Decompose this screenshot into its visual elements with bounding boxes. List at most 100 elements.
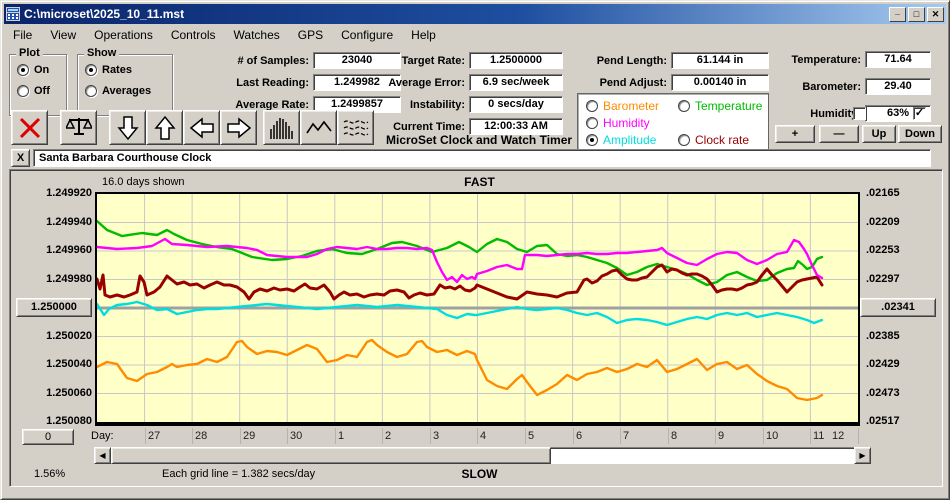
option-checkbox-2[interactable]: ✓ (913, 107, 926, 120)
day-tick-label: 28 (195, 430, 208, 442)
radio-icon (586, 117, 598, 129)
stat-value-field[interactable]: 1.2500000 (469, 52, 563, 69)
stat-value-field[interactable]: 0.00140 in (671, 74, 769, 91)
plot-area[interactable] (95, 192, 860, 426)
left-axis-center-button[interactable]: 1.250000 (16, 298, 92, 317)
day-tick-mark (715, 428, 716, 444)
left-axis-tick: 1.249940 (46, 215, 92, 228)
rate-line-icon (305, 120, 332, 133)
day-tick-mark (192, 428, 193, 444)
title-bar[interactable]: C:\microset\2025_10_11.mst _ □ ✕ (4, 4, 946, 24)
pan-left-button[interactable] (183, 110, 220, 145)
minimize-button[interactable]: _ (889, 6, 906, 22)
series-radio-humidity[interactable]: Humidity (586, 116, 650, 130)
window-title: C:\microset\2025_10_11.mst (24, 7, 185, 21)
pendulum-column: Pend Length: 61.144 in Pend Adjust: 0.00140… (557, 52, 771, 96)
radio-label: Amplitude (603, 133, 657, 147)
day-tick-label: 11 (813, 430, 825, 442)
left-axis-tick: 1.250080 (46, 415, 92, 427)
zoom-percent-label: 1.56% (34, 468, 66, 480)
menu-item-view[interactable]: View (41, 26, 85, 44)
day-tick-label: 29 (243, 430, 256, 442)
plus-button[interactable]: + (775, 125, 815, 143)
menu-item-operations[interactable]: Operations (85, 26, 162, 44)
radio-icon (678, 100, 690, 112)
series-radio-barometer[interactable]: Barometer (586, 99, 659, 113)
right-axis-tick: .02429 (866, 358, 900, 370)
balance-scale-icon (65, 117, 92, 135)
scroll-left-button[interactable]: ◀ (94, 447, 111, 464)
balance-button[interactable] (60, 110, 97, 145)
menu-item-controls[interactable]: Controls (162, 26, 225, 44)
average-waves-icon (343, 119, 368, 136)
right-axis-center-button[interactable]: .02341 (860, 298, 936, 317)
plot-groupbox: Plot On Off (9, 47, 67, 116)
radio-label: Temperature (695, 99, 763, 113)
clear-name-button[interactable]: X (11, 149, 30, 167)
zero-button[interactable]: 0 (22, 429, 74, 445)
histogram-view-button[interactable] (263, 110, 300, 145)
left-axis-tick: 1.250020 (46, 329, 92, 342)
day-tick-label: 9 (718, 430, 725, 442)
maximize-button[interactable]: □ (908, 6, 925, 22)
averages-view-button[interactable] (337, 110, 374, 145)
scrollbar-thumb[interactable] (111, 447, 551, 464)
menu-item-gps[interactable]: GPS (289, 26, 332, 44)
stat-row-instability-: Instability: 0 secs/day (347, 96, 565, 113)
radio-label: Rates (102, 64, 132, 76)
right-axis-tick: .02517 (866, 415, 900, 427)
stat-value-field[interactable]: 6.9 sec/week (469, 74, 563, 91)
day-tick-label: 6 (576, 430, 583, 442)
rate-stats-column: Target Rate: 1.2500000 Average Error: 6.9 s… (347, 52, 565, 140)
stat-value-field[interactable]: 29.40 (865, 78, 931, 95)
stat-row-pend-length-: Pend Length: 61.144 in (557, 52, 771, 69)
day-tick-mark (810, 428, 811, 444)
clock-name-field[interactable]: Santa Barbara Courthouse Clock (33, 149, 931, 167)
plot-radio-off[interactable]: Off (17, 85, 66, 97)
day-tick-mark (858, 428, 859, 444)
stat-value-field[interactable]: 61.144 in (671, 52, 769, 69)
menu-bar: File View Operations Controls Watches GPS Conf… (4, 25, 946, 45)
series-radio-amplitude[interactable]: Amplitude (586, 133, 656, 147)
rate-view-button[interactable] (300, 110, 337, 145)
radio-icon (586, 100, 598, 112)
day-tick-label: 4 (480, 430, 487, 442)
pan-right-button[interactable] (220, 110, 257, 145)
stat-label: Pend Adjust: (599, 76, 667, 89)
series-radio-clock-rate[interactable]: Clock rate (678, 133, 749, 147)
stat-value-field[interactable]: 0 secs/day (469, 96, 563, 113)
menu-item-configure[interactable]: Configure (332, 26, 402, 44)
stat-label: Target Rate: (401, 54, 465, 67)
menu-item-help[interactable]: Help (402, 26, 445, 44)
series-radio-temperature[interactable]: Temperature (678, 99, 762, 113)
arrow-up-icon (153, 115, 176, 140)
stat-row-humidity-: Humidity: 63% (757, 105, 933, 122)
stat-label: Average Rate: (235, 98, 309, 111)
stat-value-field[interactable]: 71.64 (865, 51, 931, 68)
radio-icon (586, 134, 598, 146)
day-tick-mark (477, 428, 478, 444)
show-radio-rates[interactable]: Rates (85, 64, 172, 76)
stat-row-temperature-: Temperature: 71.64 (757, 51, 933, 68)
shift-up-button[interactable] (146, 110, 183, 145)
scroll-right-button[interactable]: ▶ (854, 447, 871, 464)
day-tick-mark (145, 428, 146, 444)
menu-item-watches[interactable]: Watches (225, 26, 289, 44)
plot-radio-on[interactable]: On (17, 64, 66, 76)
stat-row-barometer-: Barometer: 29.40 (757, 78, 933, 95)
show-radio-averages[interactable]: Averages (85, 85, 172, 97)
option-checkbox-1[interactable] (853, 107, 866, 120)
up-button[interactable]: Up (862, 125, 896, 143)
stat-row-pend-adjust-: Pend Adjust: 0.00140 in (557, 74, 771, 91)
menu-item-file[interactable]: File (4, 26, 41, 44)
delete-button[interactable] (11, 110, 48, 145)
minus-button[interactable]: — (819, 125, 859, 143)
environment-column: Temperature: 71.64 Barometer: 29.40 Humidity… (757, 51, 933, 132)
series-line-barometer (95, 338, 824, 402)
close-button[interactable]: ✕ (927, 6, 944, 22)
shift-down-button[interactable] (109, 110, 146, 145)
left-axis-tick: 1.249980 (46, 272, 92, 285)
down-button[interactable]: Down (898, 125, 942, 143)
day-tick-label: 7 (623, 430, 630, 442)
stat-row-target-rate-: Target Rate: 1.2500000 (347, 52, 565, 69)
